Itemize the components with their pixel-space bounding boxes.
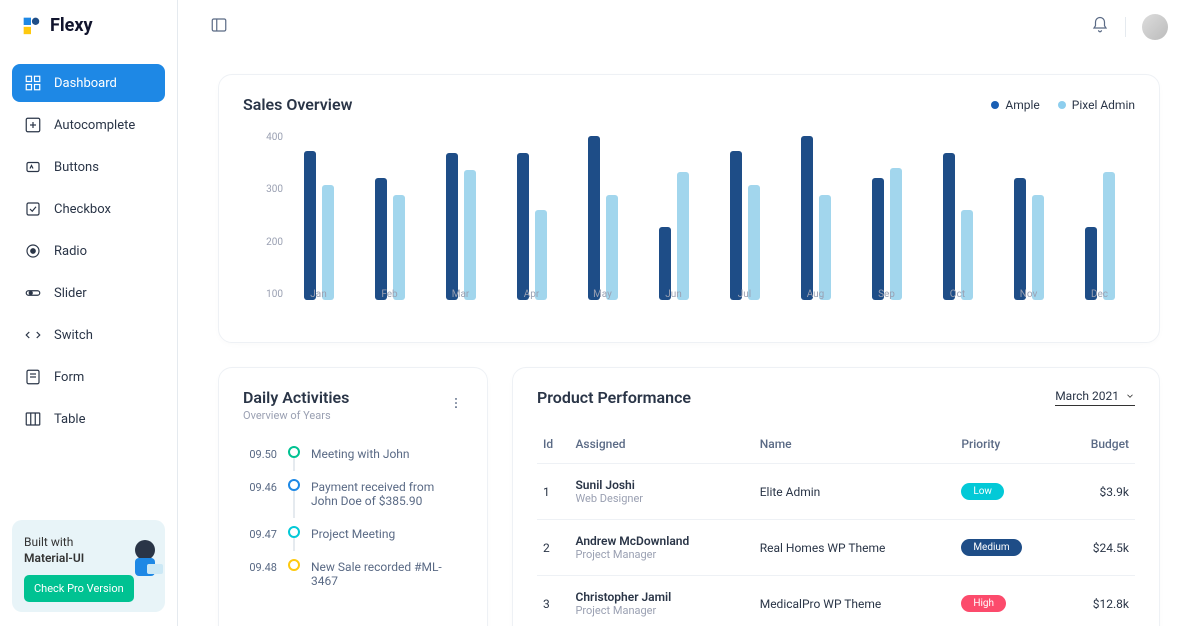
col-priority: Priority <box>955 425 1061 464</box>
checkbox-icon <box>24 200 42 218</box>
nav-label: Checkbox <box>54 202 111 217</box>
col-budget: Budget <box>1061 425 1135 464</box>
timeline-item: 09.50Meeting with John <box>243 446 463 479</box>
promo-line1: Built with <box>24 534 153 551</box>
table-icon <box>24 410 42 428</box>
col-id: Id <box>537 425 569 464</box>
sales-title: Sales Overview <box>243 95 352 114</box>
promo-line2: Material-UI <box>24 551 153 565</box>
form-icon <box>24 368 42 386</box>
nav-label: Dashboard <box>54 76 117 91</box>
more-menu-icon[interactable] <box>449 396 463 414</box>
autocomplete-icon <box>24 116 42 134</box>
sidebar-item-switch[interactable]: Switch <box>12 316 165 354</box>
table-row[interactable]: 3Christopher JamilProject ManagerMedical… <box>537 576 1135 626</box>
chart-month-may: May <box>567 132 638 300</box>
logo[interactable]: Flexy <box>12 14 165 52</box>
performance-table: IdAssignedNamePriorityBudget 1Sunil Josh… <box>537 425 1135 626</box>
chart-month-aug: Aug <box>780 132 851 300</box>
perf-title: Product Performance <box>537 388 691 407</box>
priority-badge: Medium <box>961 539 1021 556</box>
notification-bell-icon[interactable] <box>1091 16 1109 38</box>
daily-subtitle: Overview of Years <box>243 409 349 422</box>
sales-chart: 400300200100 JanFebMarAprMayJunJulAugSep… <box>243 122 1135 322</box>
sidebar-item-slider[interactable]: Slider <box>12 274 165 312</box>
timeline-item: 09.47Project Meeting <box>243 526 463 559</box>
product-performance-card: Product Performance March 2021 IdAssigne… <box>512 367 1160 626</box>
brand-name: Flexy <box>50 15 93 36</box>
chart-month-dec: Dec <box>1064 132 1135 300</box>
chart-month-oct: Oct <box>922 132 993 300</box>
daily-activities-card: Daily Activities Overview of Years 09.50… <box>218 367 488 626</box>
nav-label: Switch <box>54 328 93 343</box>
sidebar-item-dashboard[interactable]: Dashboard <box>12 64 165 102</box>
legend-pixel-admin: Pixel Admin <box>1058 98 1135 112</box>
sidebar-item-buttons[interactable]: Buttons <box>12 148 165 186</box>
sidebar-item-autocomplete[interactable]: Autocomplete <box>12 106 165 144</box>
col-assigned: Assigned <box>569 425 753 464</box>
nav-label: Autocomplete <box>54 118 135 133</box>
sidebar-item-radio[interactable]: Radio <box>12 232 165 270</box>
chevron-down-icon <box>1125 391 1135 401</box>
chart-month-jun: Jun <box>638 132 709 300</box>
sidebar-item-table[interactable]: Table <box>12 400 165 438</box>
priority-badge: Low <box>961 483 1004 500</box>
sidebar-item-checkbox[interactable]: Checkbox <box>12 190 165 228</box>
buttons-icon <box>24 158 42 176</box>
daily-title: Daily Activities <box>243 388 349 407</box>
switch-icon <box>24 326 42 344</box>
sidebar: Flexy Dashboard Autocomplete Buttons Checkb… <box>0 0 178 626</box>
nav-label: Buttons <box>54 160 99 175</box>
chart-month-jan: Jan <box>283 132 354 300</box>
topbar <box>178 0 1200 54</box>
legend-ample: Ample <box>991 98 1039 112</box>
check-pro-button[interactable]: Check Pro Version <box>24 575 134 602</box>
user-avatar[interactable] <box>1142 14 1168 40</box>
period-selector[interactable]: March 2021 <box>1055 389 1135 406</box>
nav-label: Slider <box>54 286 87 301</box>
logo-icon <box>20 14 42 36</box>
nav-label: Form <box>54 370 84 385</box>
chart-month-apr: Apr <box>496 132 567 300</box>
promo-card: Built with Material-UI Check Pro Version <box>12 520 165 612</box>
radio-icon <box>24 242 42 260</box>
sidebar-item-form[interactable]: Form <box>12 358 165 396</box>
chart-month-feb: Feb <box>354 132 425 300</box>
chart-month-mar: Mar <box>425 132 496 300</box>
slider-icon <box>24 284 42 302</box>
col-name: Name <box>754 425 956 464</box>
chart-month-sep: Sep <box>851 132 922 300</box>
chart-month-nov: Nov <box>993 132 1064 300</box>
priority-badge: High <box>961 595 1006 612</box>
dashboard-icon <box>24 74 42 92</box>
divider <box>1125 17 1126 37</box>
nav-label: Table <box>54 412 85 427</box>
table-row[interactable]: 1Sunil JoshiWeb DesignerElite AdminLow$3… <box>537 464 1135 520</box>
chart-month-jul: Jul <box>709 132 780 300</box>
timeline-item: 09.48New Sale recorded #ML-3467 <box>243 559 463 606</box>
timeline-item: 09.46Payment received from John Doe of $… <box>243 479 463 526</box>
table-row[interactable]: 2Andrew McDownlandProject ManagerReal Ho… <box>537 520 1135 576</box>
nav-label: Radio <box>54 244 87 259</box>
sales-overview-card: Sales Overview Ample Pixel Admin 4003002… <box>218 74 1160 343</box>
sidebar-toggle-button[interactable] <box>210 16 228 38</box>
